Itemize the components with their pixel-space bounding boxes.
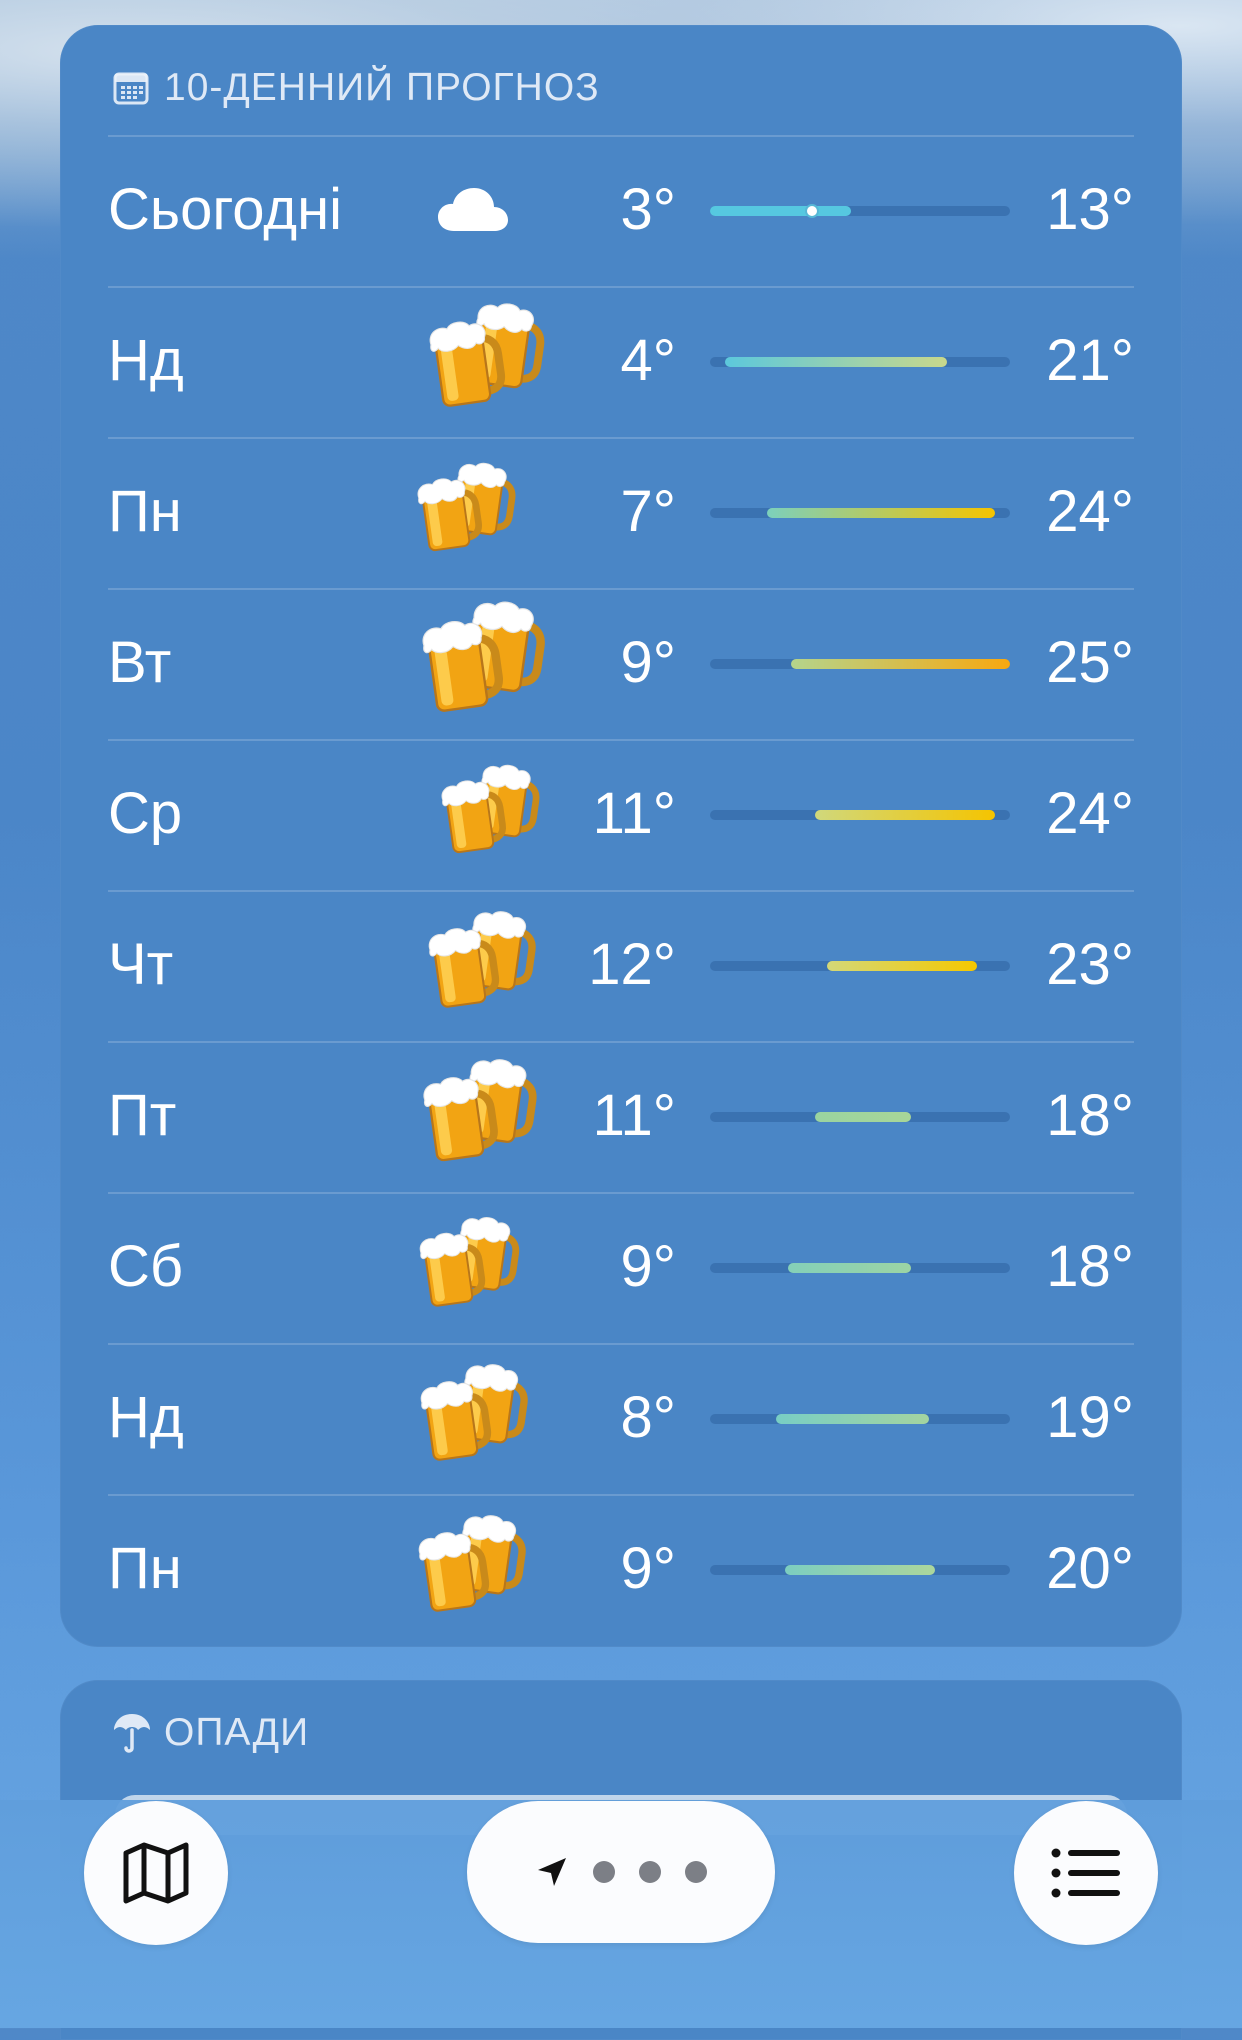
umbrella-icon bbox=[114, 1714, 150, 1753]
day-label: Вт bbox=[108, 630, 172, 695]
high-temperature: 13° bbox=[1046, 177, 1134, 242]
temperature-range-bar bbox=[725, 357, 947, 367]
calendar-icon bbox=[113, 72, 149, 105]
temperature-range-bar bbox=[791, 659, 1010, 669]
high-temperature: 20° bbox=[1046, 1536, 1134, 1601]
list-icon bbox=[1051, 1848, 1120, 1898]
temperature-range-track bbox=[710, 357, 1010, 367]
day-label: Чт bbox=[108, 932, 174, 997]
high-temperature: 24° bbox=[1046, 781, 1134, 846]
forecast-row[interactable]: Ср 11° 24° bbox=[108, 739, 1134, 889]
high-temperature: 19° bbox=[1046, 1385, 1134, 1450]
page-dot[interactable] bbox=[639, 1861, 661, 1883]
page-dot[interactable] bbox=[593, 1861, 615, 1883]
temperature-range-bar bbox=[788, 1263, 911, 1273]
high-temperature: 25° bbox=[1046, 630, 1134, 695]
day-label: Сьогодні bbox=[108, 177, 342, 242]
low-temperature: 12° bbox=[588, 932, 676, 997]
weather-icon bbox=[406, 437, 534, 587]
precipitation-title: ОПАДИ bbox=[164, 1711, 310, 1754]
temperature-range-bar bbox=[767, 508, 995, 518]
temperature-range-bar bbox=[785, 1565, 935, 1575]
high-temperature: 21° bbox=[1046, 328, 1134, 393]
temperature-range-bar bbox=[815, 810, 995, 820]
precipitation-header: ОПАДИ bbox=[112, 1710, 309, 1756]
day-label: Пн bbox=[108, 1536, 182, 1601]
temperature-range-bar bbox=[827, 961, 977, 971]
weather-icon bbox=[433, 135, 513, 285]
forecast-header: 10-ДЕННИЙ ПРОГНОЗ bbox=[112, 60, 600, 116]
day-label: Пт bbox=[108, 1083, 177, 1148]
low-temperature: 11° bbox=[592, 1083, 676, 1148]
page-dot[interactable] bbox=[685, 1861, 707, 1883]
forecast-row[interactable]: Пн 7° 24° bbox=[108, 437, 1134, 587]
forecast-row[interactable]: Пт 11° 18° bbox=[108, 1041, 1134, 1191]
low-temperature: 8° bbox=[620, 1385, 676, 1450]
low-temperature: 7° bbox=[620, 479, 676, 544]
forecast-row[interactable]: Чт 12° 23° bbox=[108, 890, 1134, 1040]
temperature-range-bar bbox=[815, 1112, 911, 1122]
forecast-row[interactable]: Нд 4° 21° bbox=[108, 286, 1134, 436]
current-temperature-marker bbox=[805, 204, 819, 218]
location-page-indicator[interactable] bbox=[467, 1801, 775, 1943]
beer-mugs-icon bbox=[417, 462, 516, 552]
cloud-icon bbox=[438, 188, 508, 231]
low-temperature: 9° bbox=[620, 630, 676, 695]
temperature-range-track bbox=[710, 810, 1010, 820]
map-icon bbox=[123, 1842, 189, 1904]
temperature-range-track bbox=[710, 1565, 1010, 1575]
temperature-range-track bbox=[710, 508, 1010, 518]
high-temperature: 18° bbox=[1046, 1083, 1134, 1148]
low-temperature: 11° bbox=[592, 781, 676, 846]
forecast-row[interactable]: Нд 8° 19° bbox=[108, 1343, 1134, 1493]
temperature-range-bar bbox=[776, 1414, 929, 1424]
temperature-range-track bbox=[710, 659, 1010, 669]
low-temperature: 9° bbox=[620, 1536, 676, 1601]
temperature-range-track bbox=[710, 1112, 1010, 1122]
day-label: Нд bbox=[108, 328, 184, 393]
low-temperature: 9° bbox=[620, 1234, 676, 1299]
low-temperature: 3° bbox=[620, 177, 676, 242]
forecast-row[interactable]: Сьогодні 3° 13° bbox=[108, 135, 1134, 285]
forecast-title: 10-ДЕННИЙ ПРОГНОЗ bbox=[164, 66, 600, 109]
forecast-row[interactable]: Пн 9° 20° bbox=[108, 1494, 1134, 1644]
ten-day-forecast-card: 10-ДЕННИЙ ПРОГНОЗ Сьогодні 3° 13° Нд 4° 21° П… bbox=[60, 25, 1182, 1647]
map-button[interactable] bbox=[84, 1801, 228, 1945]
temperature-range-track bbox=[710, 1263, 1010, 1273]
low-temperature: 4° bbox=[620, 328, 676, 393]
day-label: Пн bbox=[108, 479, 182, 544]
high-temperature: 24° bbox=[1046, 479, 1134, 544]
high-temperature: 23° bbox=[1046, 932, 1134, 997]
locations-list-button[interactable] bbox=[1014, 1801, 1158, 1945]
temperature-range-track bbox=[710, 961, 1010, 971]
temperature-range-track bbox=[710, 1414, 1010, 1424]
day-label: Нд bbox=[108, 1385, 184, 1450]
day-label: Ср bbox=[108, 781, 183, 846]
day-label: Сб bbox=[108, 1234, 184, 1299]
forecast-row[interactable]: Вт 9° 25° bbox=[108, 588, 1134, 738]
forecast-row[interactable]: Сб 9° 18° bbox=[108, 1192, 1134, 1342]
temperature-range-bar bbox=[710, 206, 851, 216]
location-arrow-icon bbox=[538, 1858, 566, 1886]
temperature-range-track bbox=[710, 204, 1010, 218]
high-temperature: 18° bbox=[1046, 1234, 1134, 1299]
